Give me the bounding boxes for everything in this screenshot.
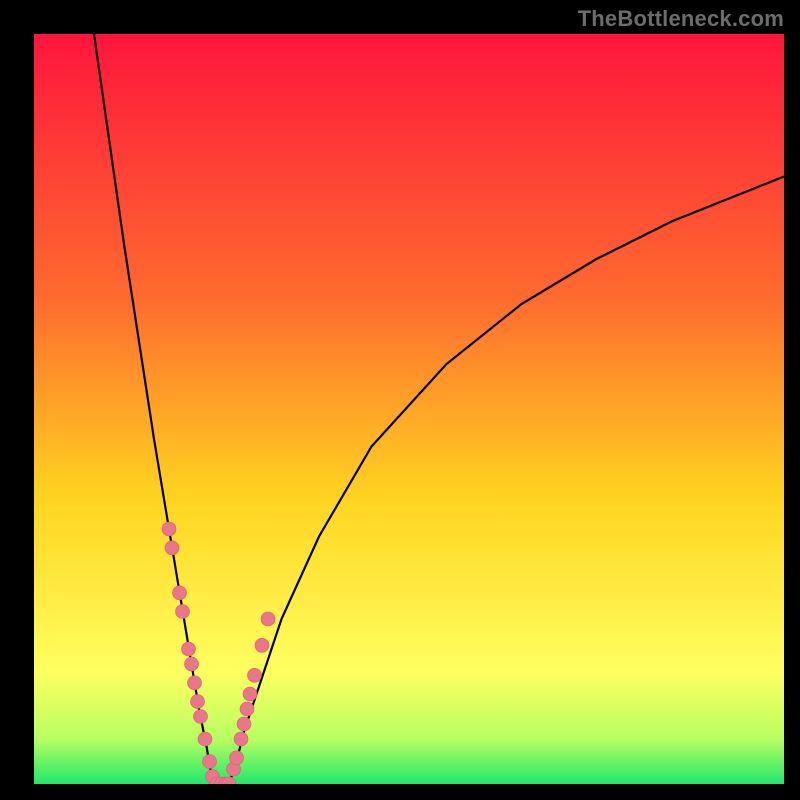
data-point [230, 751, 244, 765]
data-point [198, 732, 212, 746]
data-point [255, 638, 269, 652]
data-point [234, 732, 248, 746]
data-point [194, 710, 208, 724]
watermark-text: TheBottleneck.com [578, 6, 784, 32]
data-point [162, 522, 176, 536]
data-point [243, 687, 257, 701]
data-point [188, 676, 202, 690]
data-point [248, 668, 262, 682]
data-point [203, 755, 217, 769]
gradient-background [34, 34, 784, 784]
data-point [240, 702, 254, 716]
data-point [165, 541, 179, 555]
data-point [261, 612, 275, 626]
data-point [237, 717, 251, 731]
data-point [173, 586, 187, 600]
bottleneck-chart [34, 34, 784, 784]
data-point [176, 605, 190, 619]
data-point [191, 695, 205, 709]
chart-frame: TheBottleneck.com [0, 0, 800, 800]
data-point [185, 657, 199, 671]
data-point [182, 642, 196, 656]
